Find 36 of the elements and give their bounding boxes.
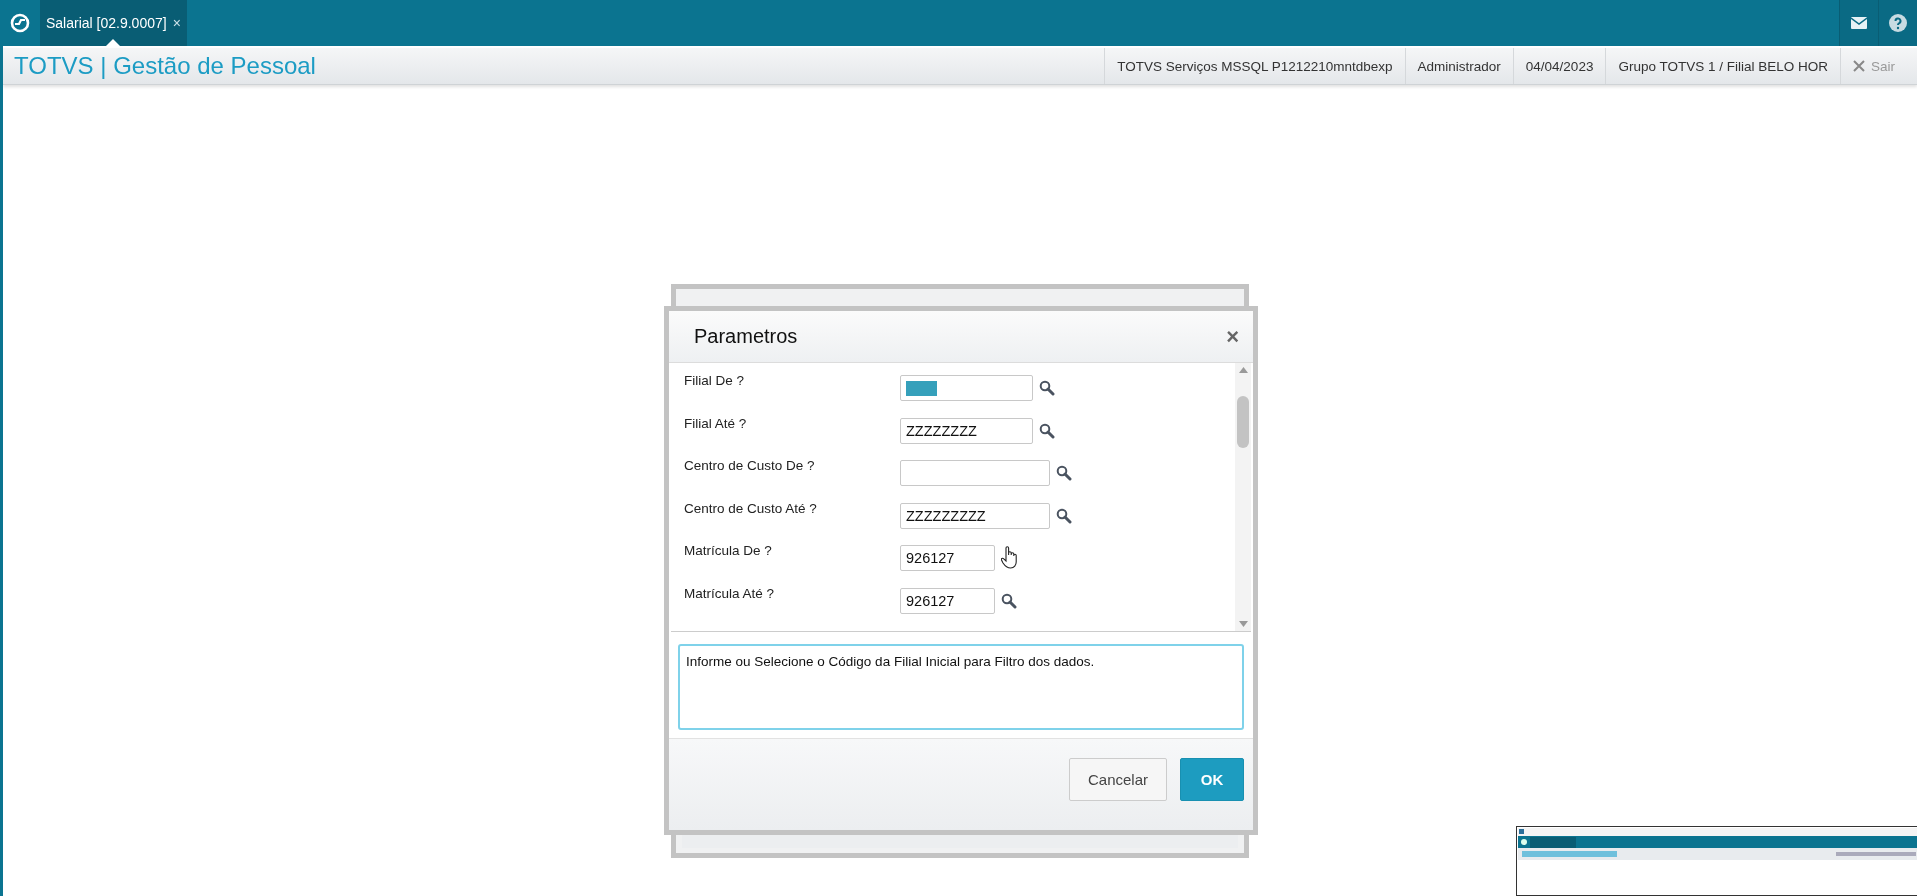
scrollbar-thumb[interactable] [1237,396,1249,448]
input-field[interactable]: ZZZZZZZZ [900,417,1033,444]
cancel-button[interactable]: Cancelar [1069,758,1167,801]
dialog-title: Parametros [694,325,799,348]
input-field[interactable]: ZZZZZZZZZ [900,502,1050,529]
search-icon[interactable] [1039,380,1055,396]
header-info: Grupo TOTVS 1 / Filial BELO HOR [1605,48,1840,84]
scrollbar[interactable] [1235,363,1251,631]
tab[interactable]: Salarial [02.9.0007] × [40,0,187,46]
app-title: TOTVS | Gestão de Pessoal [13,51,317,81]
field-label: Matrícula Até ? [684,584,775,601]
mail-icon[interactable] [1851,17,1867,29]
input-field[interactable] [900,375,1033,401]
search-icon[interactable] [1039,422,1055,439]
field-label: Centro de Custo De ? [684,457,815,473]
scroll-down-icon[interactable] [1238,621,1248,627]
input-field[interactable]: 926127 [900,587,995,614]
input-field[interactable]: 926127 [900,545,995,571]
field-label: Centro de Custo Até ? [684,499,817,516]
field-label: Filial De ? [684,372,745,388]
field-label: Filial Até ? [684,414,747,431]
help-icon[interactable] [1889,14,1907,32]
search-icon[interactable] [1056,507,1072,524]
header-info: 04/04/2023 [1512,48,1606,84]
header-info: TOTVS Serviços MSSQL P1212210mntdbexp [1104,48,1405,84]
search-icon[interactable] [1001,592,1017,609]
close-icon [1853,60,1865,72]
logo-icon[interactable] [10,13,30,33]
search-icon[interactable] [1056,465,1072,481]
close-icon[interactable]: × [1226,323,1239,350]
scroll-up-icon[interactable] [1238,367,1248,373]
field-label: Matrícula De ? [684,542,772,558]
help-text: Informe ou Selecione o Código da Filial Inicial para Filtro dos dados. [678,644,1244,730]
input-field[interactable] [900,460,1050,486]
header-info: Administrador [1404,48,1513,84]
close-icon[interactable]: × [172,15,181,31]
